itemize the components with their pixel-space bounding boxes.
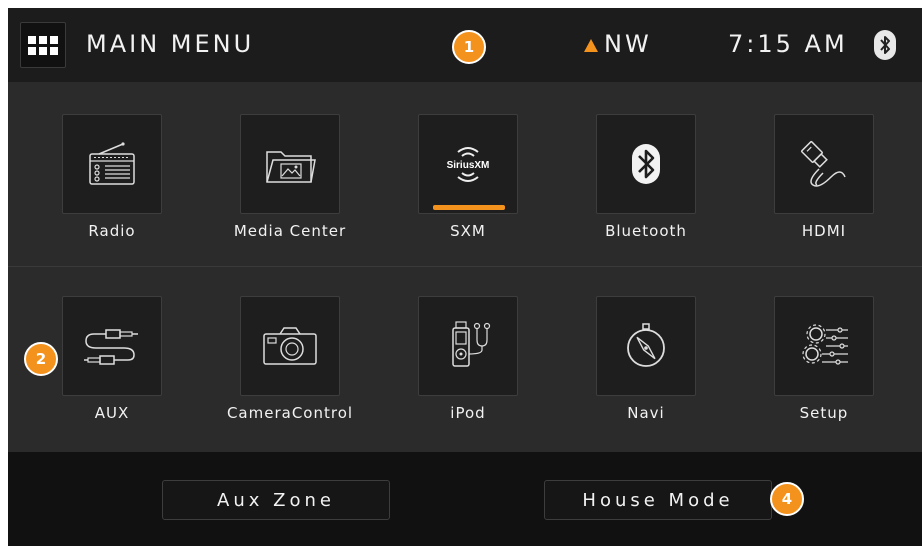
- source-tile-navi[interactable]: [596, 296, 696, 396]
- source-tile-bluetooth[interactable]: [596, 114, 696, 214]
- menu-grid-button[interactable]: [20, 22, 66, 68]
- source-tile-media-center[interactable]: [240, 114, 340, 214]
- main-menu-screen: MAIN MENU NW 7:15 AM Radio Media Center …: [8, 8, 922, 546]
- source-label-radio: Radio: [88, 222, 136, 240]
- compass-icon: [627, 323, 665, 367]
- source-label-setup: Setup: [799, 404, 849, 422]
- clock: 7:15 AM: [728, 30, 848, 58]
- svg-text:SiriusXM: SiriusXM: [447, 160, 490, 171]
- siriusxm-icon: SiriusXM: [447, 147, 490, 182]
- bluetooth-icon: [632, 144, 660, 184]
- source-label-hdmi: HDMI: [801, 222, 847, 240]
- page-title: MAIN MENU: [86, 30, 255, 58]
- compass-heading: NW: [584, 30, 652, 58]
- source-label-navi: Navi: [627, 404, 665, 422]
- source-label-bluetooth: Bluetooth: [605, 222, 687, 240]
- source-tile-setup[interactable]: [774, 296, 874, 396]
- aux-cable-icon: [84, 329, 138, 365]
- source-label-ipod: iPod: [450, 404, 486, 422]
- ipod-icon: [452, 321, 491, 367]
- row-divider: [8, 266, 922, 267]
- radio-icon: [89, 142, 135, 185]
- source-label-media-center: Media Center: [233, 222, 347, 240]
- callout-badge-1: 1: [452, 30, 486, 64]
- source-tile-ipod[interactable]: [418, 296, 518, 396]
- camera-icon: [263, 327, 317, 365]
- active-indicator-bar: [433, 205, 505, 210]
- folder-photo-icon: [266, 151, 316, 183]
- heading-text: NW: [604, 30, 652, 58]
- source-tile-radio[interactable]: [62, 114, 162, 214]
- heading-arrow-icon: [584, 38, 598, 52]
- house-mode-button[interactable]: House Mode: [544, 480, 772, 520]
- source-label-sxm: SXM: [450, 222, 486, 240]
- callout-badge-2: 2: [24, 342, 58, 376]
- settings-gears-icon: [802, 324, 848, 365]
- source-tile-hdmi[interactable]: [774, 114, 874, 214]
- grid-icon: [28, 35, 58, 55]
- source-tile-camera-control[interactable]: [240, 296, 340, 396]
- bluetooth-status-icon: [874, 30, 896, 60]
- source-tile-aux[interactable]: [62, 296, 162, 396]
- callout-badge-4: 4: [770, 482, 804, 516]
- aux-zone-button[interactable]: Aux Zone: [162, 480, 390, 520]
- hdmi-cable-icon: [801, 141, 846, 187]
- source-label-aux: AUX: [94, 404, 130, 422]
- source-tile-sxm[interactable]: SiriusXM: [418, 114, 518, 214]
- source-label-camera-control: CameraControl: [226, 404, 354, 422]
